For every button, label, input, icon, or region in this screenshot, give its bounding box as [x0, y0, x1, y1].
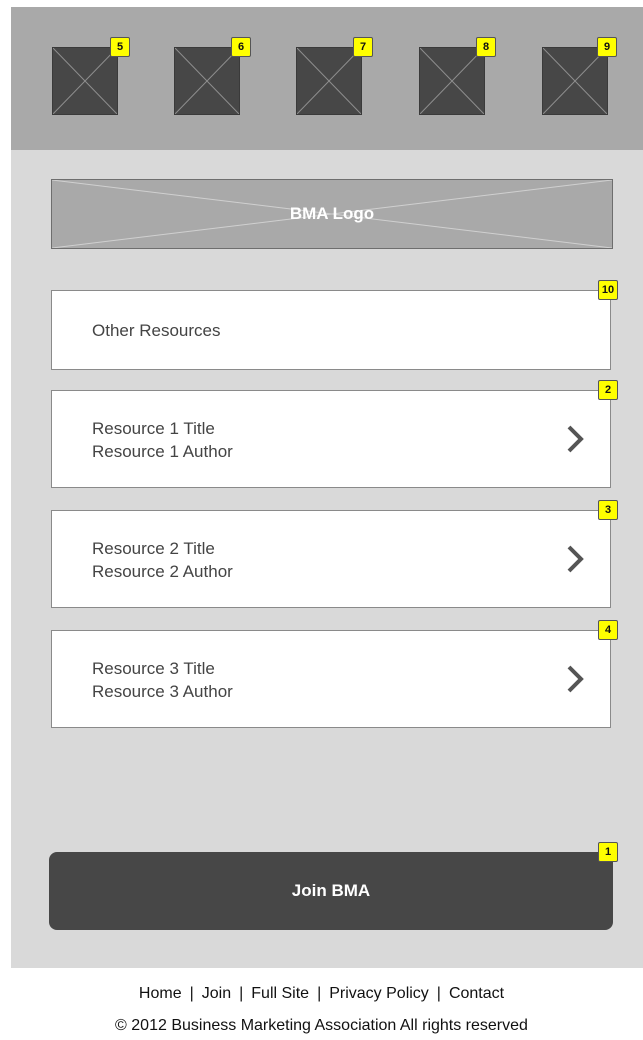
chevron-right-icon [567, 545, 584, 573]
image-placeholder-icon[interactable] [296, 47, 362, 115]
footer-link-privacy-policy[interactable]: Privacy Policy [329, 985, 429, 1003]
image-placeholder-icon[interactable] [542, 47, 608, 115]
logo-label: BMA Logo [289, 204, 375, 223]
annotation-badge: 10 [598, 280, 618, 300]
resource-list-item[interactable]: Resource 2 Title Resource 2 Author [51, 510, 611, 608]
footer-separator: | [436, 985, 441, 1002]
footer-link-contact[interactable]: Contact [449, 985, 504, 1003]
other-resources-label: Other Resources [92, 321, 221, 340]
chevron-right-icon [567, 425, 584, 453]
annotation-badge: 3 [598, 500, 618, 520]
footer-nav: Home | Join | Full Site | Privacy Policy | Conta… [0, 985, 643, 1003]
footer-separator: | [239, 985, 244, 1002]
resource-author: Resource 1 Author [92, 442, 233, 461]
annotation-badge: 8 [476, 37, 496, 57]
footer-separator: | [189, 985, 194, 1002]
image-placeholder-icon[interactable] [419, 47, 485, 115]
chevron-right-icon [567, 665, 584, 693]
resource-author: Resource 2 Author [92, 562, 233, 581]
image-placeholder-icon[interactable] [52, 47, 118, 115]
footer-link-join[interactable]: Join [202, 985, 231, 1003]
resource-title: Resource 1 Title [92, 419, 215, 438]
annotation-badge: 2 [598, 380, 618, 400]
annotation-badge: 9 [597, 37, 617, 57]
footer-link-full-site[interactable]: Full Site [251, 985, 309, 1003]
footer-link-home[interactable]: Home [139, 985, 182, 1003]
join-button[interactable]: Join BMA [49, 852, 613, 930]
image-placeholder-icon[interactable] [174, 47, 240, 115]
resource-title: Resource 2 Title [92, 539, 215, 558]
resource-list-item[interactable]: Resource 1 Title Resource 1 Author [51, 390, 611, 488]
annotation-badge: 6 [231, 37, 251, 57]
annotation-badge: 4 [598, 620, 618, 640]
annotation-badge: 7 [353, 37, 373, 57]
logo-placeholder: BMA Logo [51, 179, 613, 249]
annotation-badge: 1 [598, 842, 618, 862]
resource-list-item[interactable]: Resource 3 Title Resource 3 Author [51, 630, 611, 728]
annotation-badge: 5 [110, 37, 130, 57]
resource-title: Resource 3 Title [92, 659, 215, 678]
resource-author: Resource 3 Author [92, 682, 233, 701]
other-resources-header: Other Resources [51, 290, 611, 370]
copyright-text: © 2012 Business Marketing Association Al… [115, 1017, 528, 1034]
footer-separator: | [317, 985, 322, 1002]
